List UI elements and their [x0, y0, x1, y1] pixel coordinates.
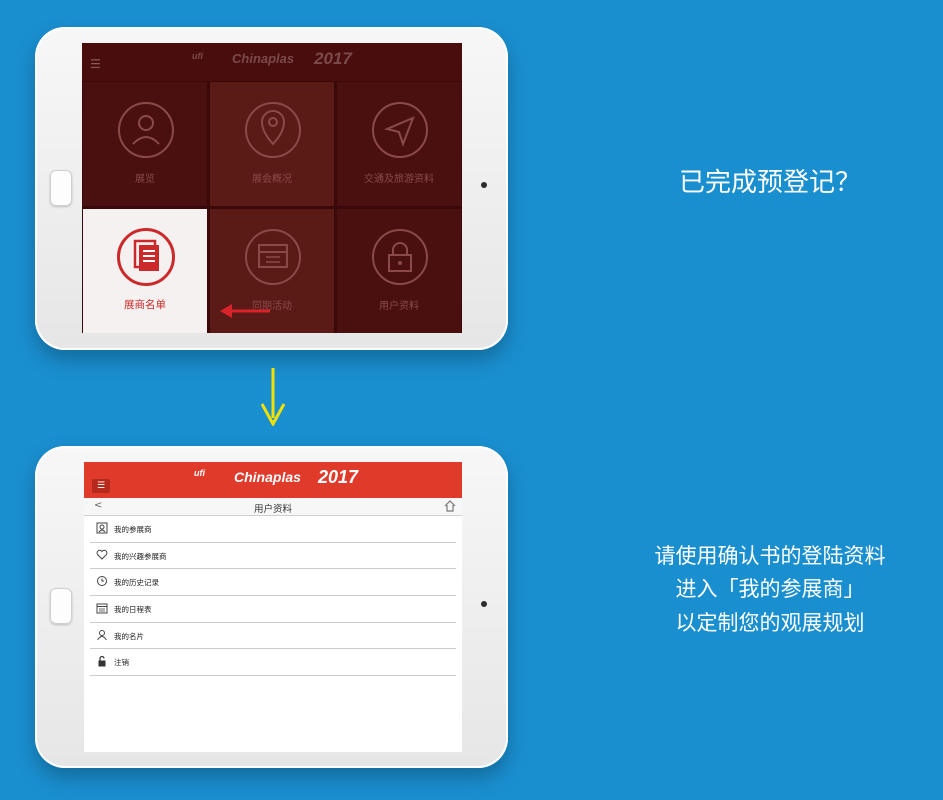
menu-item-label: 我的历史记录	[114, 578, 159, 588]
tile-label: 展会概况	[252, 174, 292, 185]
yellow-down-arrow-icon	[260, 368, 286, 426]
menu-item-label: 我的日程表	[114, 605, 152, 615]
caption-question: 已完成预登记？	[678, 168, 861, 198]
calendar-icon	[96, 603, 108, 614]
person-icon	[132, 115, 160, 145]
send-arrow-icon	[383, 116, 415, 147]
heart-icon	[96, 549, 108, 560]
menu-item-history[interactable]: 我的历史记录	[90, 569, 456, 597]
profile-menu-list: 我的参展商 我的兴趣参展商 我的历史记录 我的日程表 我的名片 注销	[90, 516, 456, 677]
ufi-logo: ufi	[194, 468, 205, 478]
menu-item-logout[interactable]: 注销	[90, 649, 456, 677]
menu-item-label: 注销	[114, 658, 129, 668]
title-bar: < 用户资料	[84, 498, 462, 516]
logo-year: 2017	[318, 467, 359, 487]
history-clock-icon	[97, 576, 107, 587]
app-header: ☰ ufi Chinaplas 2017	[84, 462, 462, 498]
ufi-logo: ufi	[192, 51, 203, 61]
screen-user-profile: ☰ ufi Chinaplas 2017 < 用户资料 我的参展商 我的兴趣参展…	[84, 462, 462, 752]
tile-exhibitor-list[interactable]: 展商名单	[82, 208, 208, 333]
home-icon[interactable]	[444, 500, 456, 512]
id-card-icon	[96, 522, 108, 534]
menu-grid: 展览 展会概况 交通及旅游资料 展商名单 同期活动 用户资料	[82, 81, 462, 333]
caption-line-1: 请使用确认书的登陆资料	[654, 544, 886, 568]
screen-home-menu: ☰ ufi Chinaplas 2017 展览 展会概况 交通及旅游资料 展商名…	[82, 43, 462, 333]
person-icon	[97, 629, 107, 641]
menu-item-my-exhibitors[interactable]: 我的参展商	[90, 516, 456, 543]
tablet-top: ☰ ufi Chinaplas 2017 展览 展会概况 交通及旅游资料 展商名…	[35, 27, 508, 350]
tile-label: 展商名单	[124, 299, 166, 311]
menu-item-label: 我的参展商	[114, 525, 152, 534]
page-title: 用户资料	[253, 504, 292, 515]
logo-year: 2017	[314, 49, 352, 68]
tile-label: 展览	[135, 174, 155, 185]
caption-line-3: 以定制您的观展规划	[675, 611, 865, 635]
tablet-camera	[481, 601, 487, 607]
hamburger-menu-icon[interactable]: ☰	[92, 479, 110, 493]
hamburger-menu-icon[interactable]: ☰	[90, 57, 101, 71]
tablet-home-button	[50, 170, 72, 206]
tablet-camera	[481, 182, 487, 188]
tablet-bottom: ☰ ufi Chinaplas 2017 < 用户资料 我的参展商 我的兴趣参展…	[35, 446, 508, 768]
tile-label: 交通及旅游资料	[364, 174, 434, 185]
caption-line-2: 进入「我的参展商」	[675, 577, 865, 601]
tile-exhibition[interactable]: 展览	[82, 81, 208, 207]
menu-item-interested-exhibitors[interactable]: 我的兴趣参展商	[90, 543, 456, 570]
lock-icon	[388, 242, 412, 272]
menu-item-business-card[interactable]: 我的名片	[90, 623, 456, 650]
chinaplas-logo: Chinaplas	[232, 51, 295, 66]
location-pin-icon	[260, 110, 286, 146]
tile-label: 用户资料	[379, 301, 419, 312]
tile-user-profile[interactable]: 用户资料	[336, 208, 462, 333]
red-left-arrow-icon	[220, 304, 270, 318]
chinaplas-logo: Chinaplas	[234, 469, 301, 485]
app-header: ☰ ufi Chinaplas 2017	[82, 43, 462, 81]
document-icon	[133, 239, 159, 271]
menu-item-schedule[interactable]: 我的日程表	[90, 596, 456, 623]
menu-item-label: 我的名片	[114, 631, 144, 641]
lock-icon	[98, 656, 106, 667]
tile-travel-info[interactable]: 交通及旅游资料	[336, 81, 462, 207]
tile-fair-overview[interactable]: 展会概况	[209, 81, 335, 207]
tablet-home-button	[50, 588, 72, 624]
menu-item-label: 我的兴趣参展商	[114, 551, 167, 561]
